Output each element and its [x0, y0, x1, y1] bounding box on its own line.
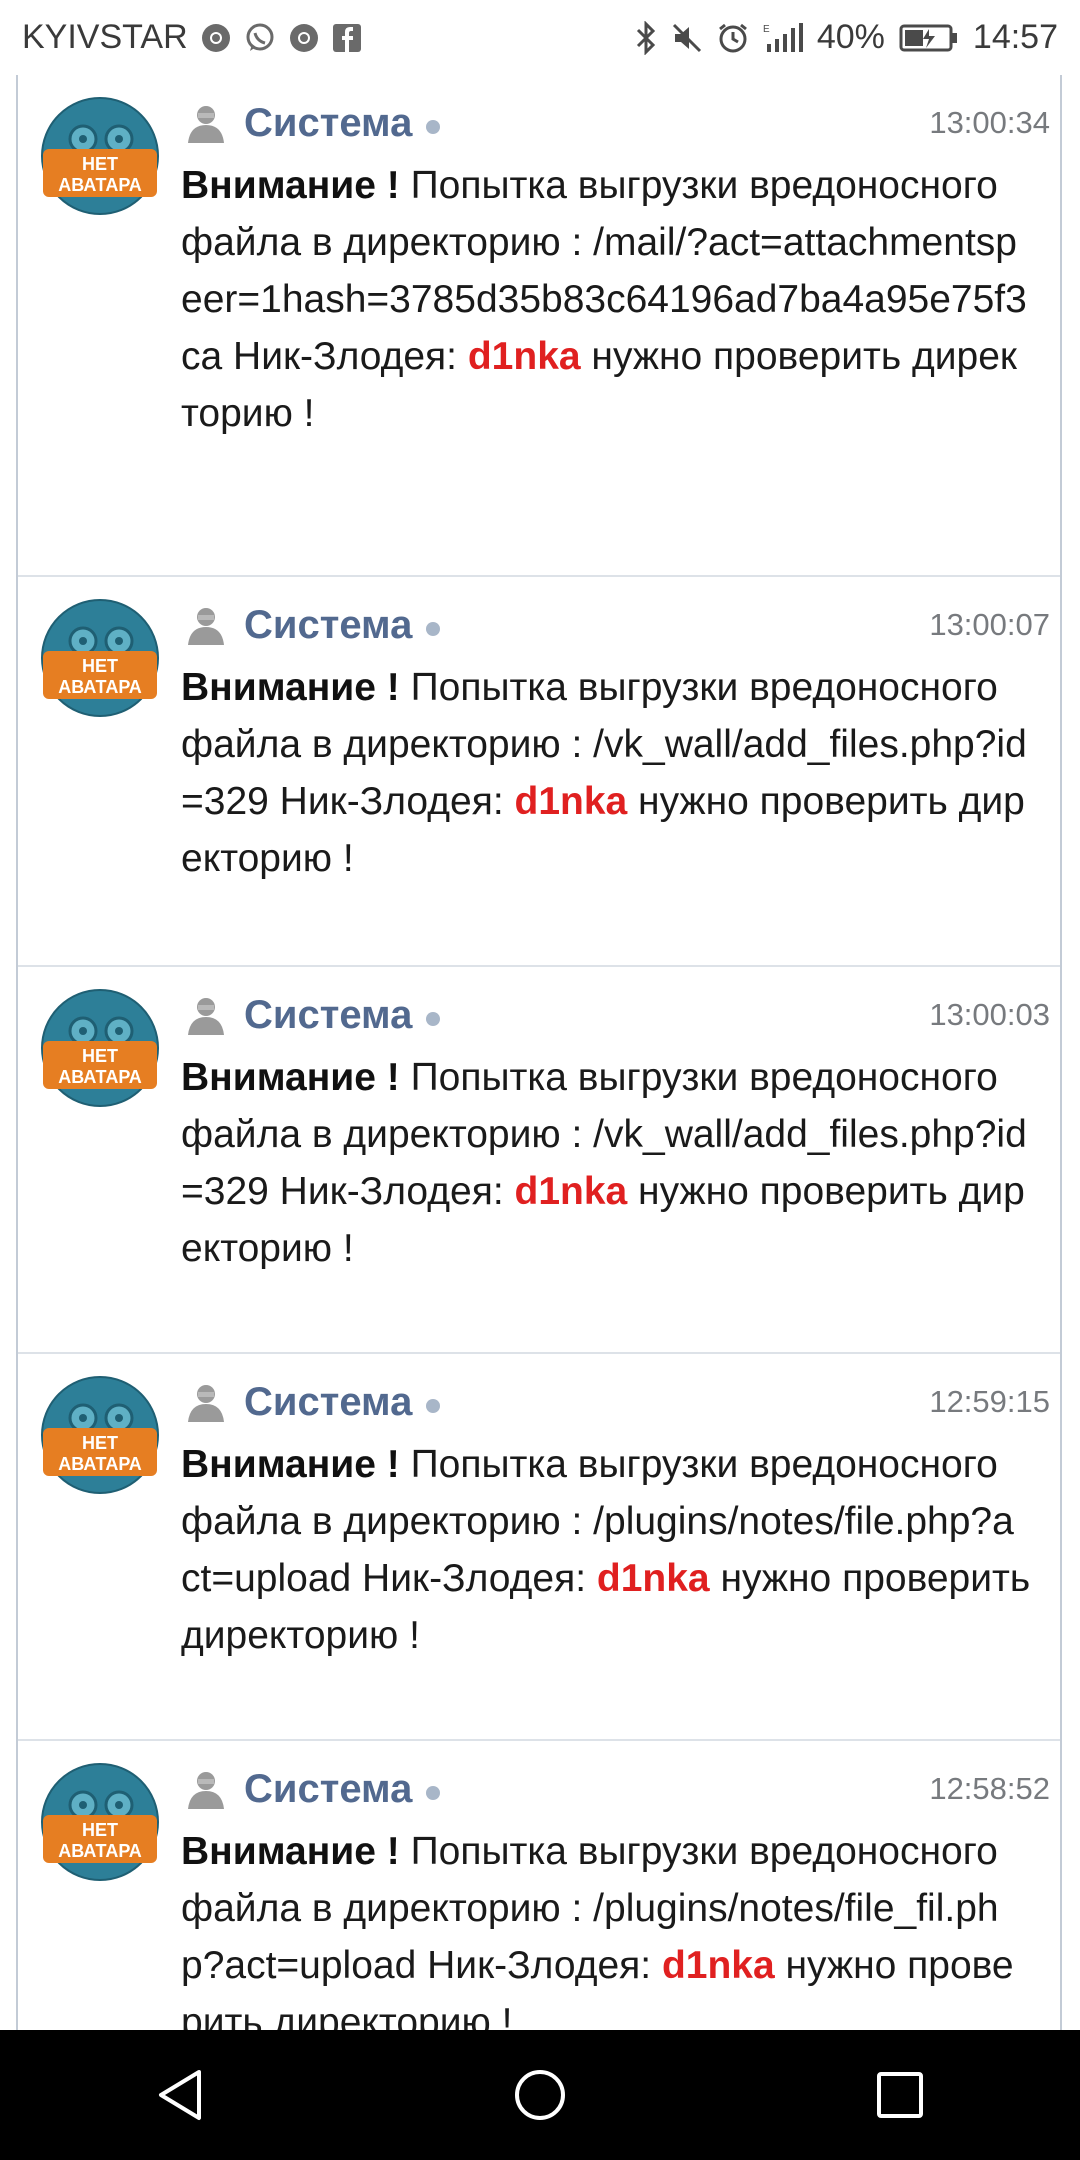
- message-text: Внимание ! Попытка выгрузки вредоносного…: [181, 659, 1031, 887]
- message-time: 12:58:52: [929, 1771, 1050, 1806]
- avatar-text: НЕТ: [82, 1820, 118, 1840]
- warning-label: Внимание !: [181, 1830, 400, 1873]
- avatar[interactable]: НЕТ АВАТАРА: [41, 989, 159, 1107]
- avatar-text: НЕТ: [82, 154, 118, 174]
- avatar[interactable]: НЕТ АВАТАРА: [41, 97, 159, 215]
- avatar-text: АВАТАРА: [58, 1454, 142, 1474]
- list-item[interactable]: НЕТ АВАТАРА Система 12:58:52 Внимание ! …: [18, 1741, 1060, 2030]
- warning-label: Внимание !: [181, 164, 400, 207]
- list-item[interactable]: НЕТ АВАТАРА Система 13:00:34 Внимание ! …: [18, 75, 1060, 577]
- svg-text:E: E: [763, 24, 770, 35]
- villain-nick[interactable]: d1nka: [515, 1170, 628, 1213]
- list-item[interactable]: НЕТ АВАТАРА Система 13:00:03 Внимание ! …: [18, 967, 1060, 1354]
- message-time: 13:00:34: [929, 105, 1050, 140]
- message-time: 13:00:07: [929, 607, 1050, 642]
- list-item[interactable]: НЕТ АВАТАРА Система 13:00:07 Внимание ! …: [18, 577, 1060, 967]
- avatar[interactable]: НЕТ АВАТАРА: [41, 1376, 159, 1494]
- carrier-name: KYIVSTAR: [22, 18, 188, 56]
- list-item[interactable]: НЕТ АВАТАРА Система 12:59:15 Внимание ! …: [18, 1354, 1060, 1741]
- message-time: 12:59:15: [929, 1384, 1050, 1419]
- message-time: 13:00:03: [929, 997, 1050, 1032]
- chrome-icon: [200, 22, 232, 54]
- facebook-icon: [332, 23, 362, 53]
- notification-feed[interactable]: НЕТ АВАТАРА Система 13:00:34 Внимание ! …: [16, 75, 1062, 2030]
- avatar[interactable]: НЕТ АВАТАРА: [41, 1763, 159, 1881]
- message-header: Система 13:00:07: [184, 595, 1052, 655]
- sender-name[interactable]: Система: [244, 603, 412, 648]
- sender-name[interactable]: Система: [244, 993, 412, 1038]
- user-icon: [184, 1767, 228, 1811]
- back-button[interactable]: [120, 2035, 240, 2155]
- warning-label: Внимание !: [181, 1056, 400, 1099]
- villain-nick[interactable]: d1nka: [468, 335, 581, 378]
- online-indicator: [426, 622, 441, 636]
- online-indicator: [426, 120, 441, 134]
- sender-name[interactable]: Система: [244, 101, 412, 146]
- message-header: Система 13:00:03: [184, 985, 1052, 1045]
- home-button[interactable]: [480, 2035, 600, 2155]
- message-header: Система 13:00:34: [184, 93, 1052, 153]
- online-indicator: [426, 1399, 441, 1413]
- battery-icon: [899, 23, 959, 53]
- avatar-text: АВАТАРА: [58, 677, 142, 697]
- home-icon: [513, 2068, 567, 2122]
- avatar-text: АВАТАРА: [58, 1067, 142, 1087]
- mute-icon: [671, 22, 703, 54]
- avatar-text: НЕТ: [82, 656, 118, 676]
- chrome-icon: [288, 22, 320, 54]
- status-bar: KYIVSTAR E 40% 14:57: [0, 0, 1080, 75]
- user-icon: [184, 1380, 228, 1424]
- user-icon: [184, 993, 228, 1037]
- villain-nick[interactable]: d1nka: [597, 1557, 710, 1600]
- navigation-bar: [0, 2030, 1080, 2160]
- message-header: Система 12:58:52: [184, 1759, 1052, 1819]
- message-text: Внимание ! Попытка выгрузки вредоносного…: [181, 1436, 1031, 1664]
- avatar[interactable]: НЕТ АВАТАРА: [41, 599, 159, 717]
- online-indicator: [426, 1012, 441, 1026]
- alarm-icon: [717, 22, 749, 54]
- avatar-text: АВАТАРА: [58, 175, 142, 195]
- user-icon: [184, 101, 228, 145]
- clock: 14:57: [972, 18, 1058, 56]
- back-icon: [155, 2068, 205, 2122]
- warning-label: Внимание !: [181, 666, 400, 709]
- avatar-text: НЕТ: [82, 1433, 118, 1453]
- villain-nick[interactable]: d1nka: [515, 780, 628, 823]
- sender-name[interactable]: Система: [244, 1767, 412, 1812]
- online-indicator: [426, 1786, 441, 1800]
- message-text: Внимание ! Попытка выгрузки вредоносного…: [181, 1823, 1031, 2030]
- bluetooth-icon: [635, 20, 657, 55]
- message-header: Система 12:59:15: [184, 1372, 1052, 1432]
- battery-percent: 40%: [816, 18, 885, 56]
- user-icon: [184, 603, 228, 647]
- warning-label: Внимание !: [181, 1443, 400, 1486]
- message-text: Внимание ! Попытка выгрузки вредоносного…: [181, 157, 1031, 442]
- avatar-text: НЕТ: [82, 1046, 118, 1066]
- villain-nick[interactable]: d1nka: [662, 1944, 775, 1987]
- recents-icon: [875, 2070, 925, 2120]
- avatar-text: АВАТАРА: [58, 1841, 142, 1861]
- message-text: Внимание ! Попытка выгрузки вредоносного…: [181, 1049, 1031, 1277]
- signal-icon: E: [763, 22, 803, 54]
- whatsapp-icon: [244, 22, 276, 54]
- recents-button[interactable]: [840, 2035, 960, 2155]
- sender-name[interactable]: Система: [244, 1380, 412, 1425]
